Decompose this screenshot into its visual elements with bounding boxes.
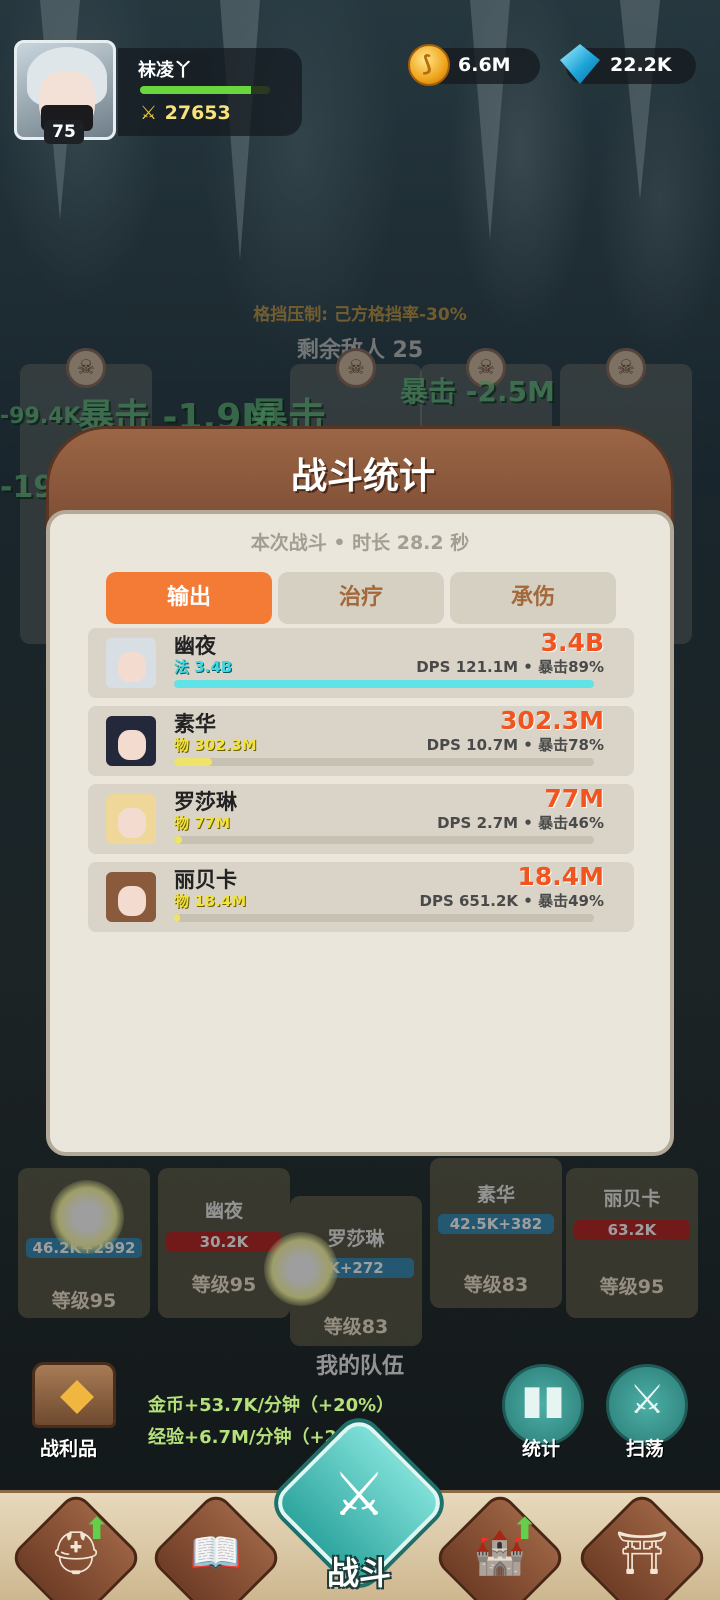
hero-portrait-face	[118, 730, 146, 760]
crossed-swords-icon: ⚔	[332, 1460, 386, 1530]
chest-lock-icon	[60, 1380, 94, 1414]
stats-label: 统计	[522, 1438, 561, 1460]
hero-damage-type: 物 18.4M	[174, 892, 247, 910]
nav-battle-label: 战斗	[326, 1554, 391, 1592]
hero-total-damage: 18.4M	[517, 862, 604, 891]
hero-portrait	[106, 794, 156, 844]
gem-currency[interactable]: 22.2K	[560, 44, 696, 84]
book-icon: 📖	[189, 1528, 243, 1577]
battle-duration: 本次战斗 • 时长 28.2 秒	[250, 532, 470, 554]
hero-dps: DPS 2.7M • 暴击46%	[437, 814, 604, 832]
hero-damage-bar	[174, 836, 594, 844]
hero-damage-bar-fill	[174, 914, 181, 922]
hero-dps: DPS 651.2K • 暴击49%	[419, 892, 604, 910]
upgrade-arrow-icon: ⬆	[512, 1512, 538, 1547]
hero-stat-row[interactable]: 素华 物 302.3M 302.3M DPS 10.7M • 暴击78%	[88, 706, 634, 776]
hero-portrait-face	[118, 652, 146, 682]
hero-portrait	[106, 638, 156, 688]
player-exp-bar	[140, 86, 270, 94]
battle-stats-modal: 战斗统计 本次战斗 • 时长 28.2 秒 输出 治疗 承伤 幽夜 法 3.4B…	[46, 426, 674, 1156]
hero-damage-type: 法 3.4B	[174, 658, 233, 676]
player-power: ⚔ 27653	[140, 102, 231, 124]
player-exp-fill	[140, 86, 251, 94]
hero-total-damage: 77M	[544, 784, 604, 813]
upgrade-arrow-icon: ⬆	[84, 1512, 110, 1547]
player-name: 袜凌丫	[138, 60, 192, 81]
hero-damage-type: 物 302.3M	[174, 736, 257, 754]
hero-damage-bar-fill	[174, 836, 183, 844]
gold-rate: 金币+53.7K/分钟（+20%）	[148, 1395, 395, 1416]
hero-portrait-face	[118, 886, 146, 916]
treasure-chest-icon	[32, 1362, 116, 1428]
tab-damage-taken[interactable]: 承伤	[450, 572, 616, 624]
hero-stat-row[interactable]: 丽贝卡 物 18.4M 18.4M DPS 651.2K • 暴击49%	[88, 862, 634, 932]
player-power-value: 27653	[164, 102, 231, 124]
temple-icon: ⛩	[615, 1528, 669, 1577]
sweep-label: 扫荡	[626, 1438, 665, 1460]
hero-dps: DPS 10.7M • 暴击78%	[426, 736, 604, 754]
hero-damage-type: 物 77M	[174, 814, 231, 832]
hero-dps: DPS 121.1M • 暴击89%	[416, 658, 604, 676]
loot-label: 战利品	[40, 1438, 98, 1460]
gold-value: 6.6M	[458, 54, 511, 76]
hero-portrait-face	[118, 808, 146, 838]
loot-button[interactable]: 战利品	[24, 1362, 124, 1462]
hero-damage-bar-fill	[174, 680, 594, 688]
tab-damage[interactable]: 输出	[106, 572, 272, 624]
hero-portrait	[106, 872, 156, 922]
hero-stat-row[interactable]: 幽夜 法 3.4B 3.4B DPS 121.1M • 暴击89%	[88, 628, 634, 698]
sword-icon: ⚔	[140, 102, 158, 124]
player-hud[interactable]: 袜凌丫 ⚔ 27653 75	[14, 40, 302, 144]
hero-damage-bar	[174, 680, 594, 688]
bar-chart-icon: ▮▮	[520, 1377, 566, 1423]
player-panel: 袜凌丫 ⚔ 27653	[118, 48, 302, 136]
gold-coin-icon	[408, 44, 450, 86]
sword-icon: ⚔	[629, 1377, 665, 1423]
hero-stat-row[interactable]: 罗莎琳 物 77M 77M DPS 2.7M • 暴击46%	[88, 784, 634, 854]
hero-damage-bar-fill	[174, 758, 212, 766]
stats-tabs: 输出 治疗 承伤	[106, 572, 616, 626]
hero-damage-bar	[174, 914, 594, 922]
hero-total-damage: 302.3M	[500, 706, 604, 735]
hero-portrait	[106, 716, 156, 766]
gold-currency[interactable]: 6.6M	[408, 44, 540, 86]
modal-title: 战斗统计	[290, 456, 435, 497]
modal-body: 本次战斗 • 时长 28.2 秒 输出 治疗 承伤 幽夜 法 3.4B 3.4B…	[46, 510, 674, 1156]
tab-healing[interactable]: 治疗	[278, 572, 444, 624]
hero-total-damage: 3.4B	[540, 628, 604, 657]
hero-damage-bar	[174, 758, 594, 766]
player-level: 75	[44, 120, 84, 144]
gem-value: 22.2K	[610, 54, 672, 76]
